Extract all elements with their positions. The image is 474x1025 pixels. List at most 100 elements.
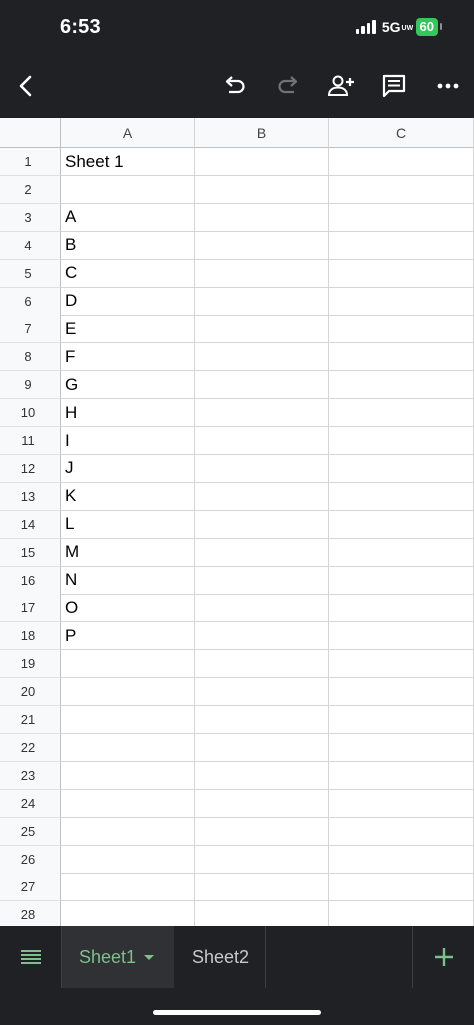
- cell-c6[interactable]: [329, 287, 474, 316]
- row-header[interactable]: 2: [0, 175, 61, 204]
- cell-c8[interactable]: [329, 343, 474, 372]
- row-header[interactable]: 22: [0, 733, 61, 762]
- cell-a6[interactable]: D: [61, 287, 195, 316]
- cell-b19[interactable]: [195, 650, 329, 679]
- cell-b11[interactable]: [195, 427, 329, 455]
- cell-b6[interactable]: [195, 287, 329, 316]
- cell-b23[interactable]: [195, 761, 329, 790]
- cell-a1[interactable]: Sheet 1: [61, 148, 195, 176]
- cell-c21[interactable]: [329, 706, 474, 734]
- cell-c9[interactable]: [329, 371, 474, 400]
- column-header-c[interactable]: C: [329, 118, 474, 148]
- row-header[interactable]: 16: [0, 566, 61, 595]
- row-header[interactable]: 21: [0, 706, 61, 734]
- cell-b28[interactable]: [195, 901, 329, 926]
- cell-b24[interactable]: [195, 789, 329, 818]
- cell-a7[interactable]: E: [61, 315, 195, 344]
- row-header[interactable]: 5: [0, 259, 61, 288]
- cell-a11[interactable]: I: [61, 427, 195, 455]
- cell-c17[interactable]: [329, 594, 474, 623]
- undo-button[interactable]: [219, 70, 251, 102]
- cell-c12[interactable]: [329, 454, 474, 483]
- sheet-list-button[interactable]: [0, 926, 62, 988]
- row-header[interactable]: 11: [0, 427, 61, 455]
- cell-c18[interactable]: [329, 622, 474, 651]
- cell-b15[interactable]: [195, 538, 329, 567]
- redo-button[interactable]: [272, 70, 304, 102]
- cell-c5[interactable]: [329, 259, 474, 288]
- row-header[interactable]: 12: [0, 454, 61, 483]
- cell-a13[interactable]: K: [61, 482, 195, 511]
- row-header[interactable]: 27: [0, 873, 61, 902]
- column-header-a[interactable]: A: [61, 118, 195, 148]
- cell-c20[interactable]: [329, 678, 474, 707]
- cell-b13[interactable]: [195, 482, 329, 511]
- cell-a18[interactable]: P: [61, 622, 195, 651]
- cell-b18[interactable]: [195, 622, 329, 651]
- cell-c23[interactable]: [329, 761, 474, 790]
- cell-c24[interactable]: [329, 789, 474, 818]
- cell-a2[interactable]: [61, 175, 195, 204]
- cell-a21[interactable]: [61, 706, 195, 734]
- cell-c19[interactable]: [329, 650, 474, 679]
- cell-c15[interactable]: [329, 538, 474, 567]
- cell-a12[interactable]: J: [61, 454, 195, 483]
- cell-b1[interactable]: [195, 148, 329, 176]
- cell-b26[interactable]: [195, 845, 329, 874]
- cell-a19[interactable]: [61, 650, 195, 679]
- cell-b12[interactable]: [195, 454, 329, 483]
- cell-a27[interactable]: [61, 873, 195, 902]
- row-header[interactable]: 26: [0, 845, 61, 874]
- cell-b4[interactable]: [195, 231, 329, 260]
- cell-b16[interactable]: [195, 566, 329, 595]
- row-header[interactable]: 4: [0, 231, 61, 260]
- cell-c10[interactable]: [329, 399, 474, 428]
- cell-a26[interactable]: [61, 845, 195, 874]
- cell-b22[interactable]: [195, 733, 329, 762]
- cell-c1[interactable]: [329, 148, 474, 176]
- cell-a3[interactable]: A: [61, 203, 195, 232]
- row-header[interactable]: 25: [0, 817, 61, 846]
- cell-b9[interactable]: [195, 371, 329, 400]
- cell-a5[interactable]: C: [61, 259, 195, 288]
- cell-b7[interactable]: [195, 315, 329, 344]
- row-header[interactable]: 3: [0, 203, 61, 232]
- cell-a8[interactable]: F: [61, 343, 195, 372]
- row-header[interactable]: 9: [0, 371, 61, 400]
- row-header[interactable]: 18: [0, 622, 61, 651]
- cell-a20[interactable]: [61, 678, 195, 707]
- more-button[interactable]: [432, 70, 464, 102]
- cell-b17[interactable]: [195, 594, 329, 623]
- add-sheet-button[interactable]: [412, 926, 474, 988]
- cell-b20[interactable]: [195, 678, 329, 707]
- row-header[interactable]: 19: [0, 650, 61, 679]
- cell-b27[interactable]: [195, 873, 329, 902]
- comment-button[interactable]: [378, 70, 410, 102]
- select-all-corner[interactable]: [0, 118, 61, 148]
- cell-c7[interactable]: [329, 315, 474, 344]
- row-header[interactable]: 23: [0, 761, 61, 790]
- cell-b3[interactable]: [195, 203, 329, 232]
- row-header[interactable]: 14: [0, 510, 61, 539]
- cell-a23[interactable]: [61, 761, 195, 790]
- row-header[interactable]: 6: [0, 287, 61, 316]
- cell-a17[interactable]: O: [61, 594, 195, 623]
- row-header[interactable]: 13: [0, 482, 61, 511]
- cell-b14[interactable]: [195, 510, 329, 539]
- cell-b5[interactable]: [195, 259, 329, 288]
- caret-down-icon[interactable]: [144, 954, 155, 960]
- cell-a15[interactable]: M: [61, 538, 195, 567]
- cell-c16[interactable]: [329, 566, 474, 595]
- cell-c11[interactable]: [329, 427, 474, 455]
- cell-a9[interactable]: G: [61, 371, 195, 400]
- row-header[interactable]: 10: [0, 399, 61, 428]
- row-header[interactable]: 7: [0, 315, 61, 344]
- cell-c3[interactable]: [329, 203, 474, 232]
- row-header[interactable]: 20: [0, 678, 61, 707]
- cell-b8[interactable]: [195, 343, 329, 372]
- back-button[interactable]: [10, 70, 42, 102]
- cell-b21[interactable]: [195, 706, 329, 734]
- tab-sheet1[interactable]: Sheet1: [62, 926, 174, 988]
- cell-c27[interactable]: [329, 873, 474, 902]
- row-header[interactable]: 17: [0, 594, 61, 623]
